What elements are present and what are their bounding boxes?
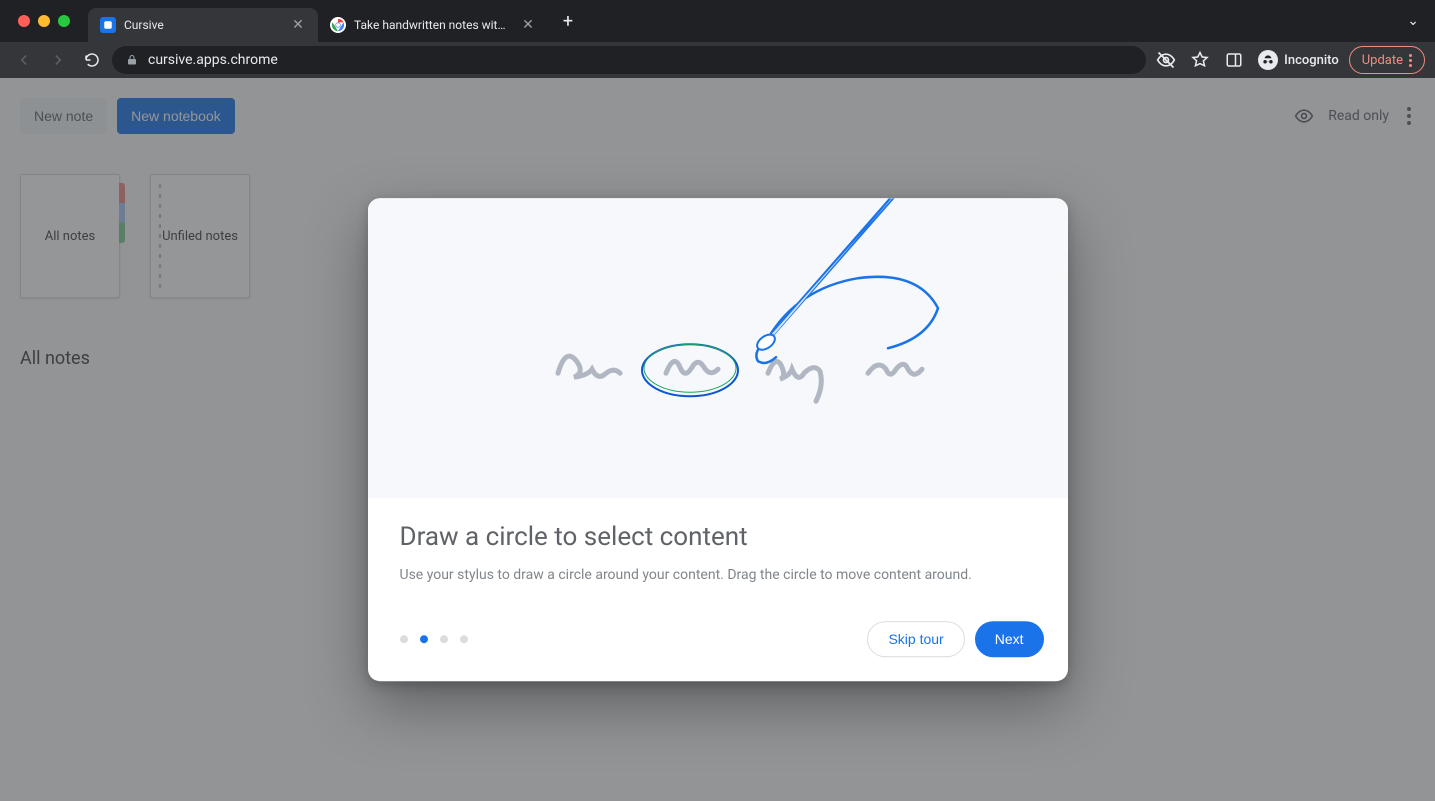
tour-dialog: Draw a circle to select content Use your…: [368, 198, 1068, 682]
tab-overflow-icon[interactable]: ⌄: [1399, 13, 1427, 29]
menu-icon: [1409, 54, 1412, 67]
tab-cursive[interactable]: Cursive ✕: [88, 8, 318, 42]
step-dot[interactable]: [460, 635, 468, 643]
address-bar[interactable]: cursive.apps.chrome: [112, 46, 1146, 74]
bookmark-star-icon[interactable]: [1186, 46, 1214, 74]
step-dot[interactable]: [400, 635, 408, 643]
tab-close-icon[interactable]: ✕: [290, 17, 306, 33]
browser-toolbar: cursive.apps.chrome Incognito Update: [0, 42, 1435, 78]
window-minimize-button[interactable]: [38, 15, 50, 27]
tour-illustration: [368, 198, 1068, 498]
reload-button[interactable]: [78, 46, 106, 74]
step-dot[interactable]: [420, 635, 428, 643]
window-close-button[interactable]: [18, 15, 30, 27]
tour-heading: Draw a circle to select content: [400, 522, 1036, 552]
incognito-icon: [1258, 50, 1278, 70]
side-panel-icon[interactable]: [1220, 46, 1248, 74]
tab-favicon: [100, 17, 116, 33]
nav-forward-button[interactable]: [44, 46, 72, 74]
tab-title: Cursive: [124, 18, 282, 32]
skip-tour-button[interactable]: Skip tour: [867, 621, 964, 657]
window-zoom-button[interactable]: [58, 15, 70, 27]
next-button[interactable]: Next: [975, 621, 1044, 657]
tabs: Cursive ✕ Take handwritten notes with Cu…: [88, 0, 548, 42]
window-controls: [8, 15, 80, 27]
tab-close-icon[interactable]: ✕: [520, 17, 536, 33]
browser-tabstrip: Cursive ✕ Take handwritten notes with Cu…: [0, 0, 1435, 42]
tour-step-dots: [400, 635, 468, 643]
lock-icon: [126, 54, 138, 66]
tab-favicon: [330, 17, 346, 33]
nav-back-button[interactable]: [10, 46, 38, 74]
incognito-label: Incognito: [1284, 53, 1339, 68]
incognito-indicator: Incognito: [1254, 50, 1343, 70]
update-label: Update: [1362, 53, 1403, 68]
url-text: cursive.apps.chrome: [148, 52, 1132, 68]
update-button[interactable]: Update: [1349, 46, 1425, 74]
new-tab-button[interactable]: +: [554, 7, 582, 35]
step-dot[interactable]: [440, 635, 448, 643]
tab-help-article[interactable]: Take handwritten notes with Cu ✕: [318, 8, 548, 42]
tab-title: Take handwritten notes with Cu: [354, 18, 512, 32]
eye-off-icon[interactable]: [1152, 46, 1180, 74]
tour-body: Use your stylus to draw a circle around …: [400, 566, 1036, 586]
